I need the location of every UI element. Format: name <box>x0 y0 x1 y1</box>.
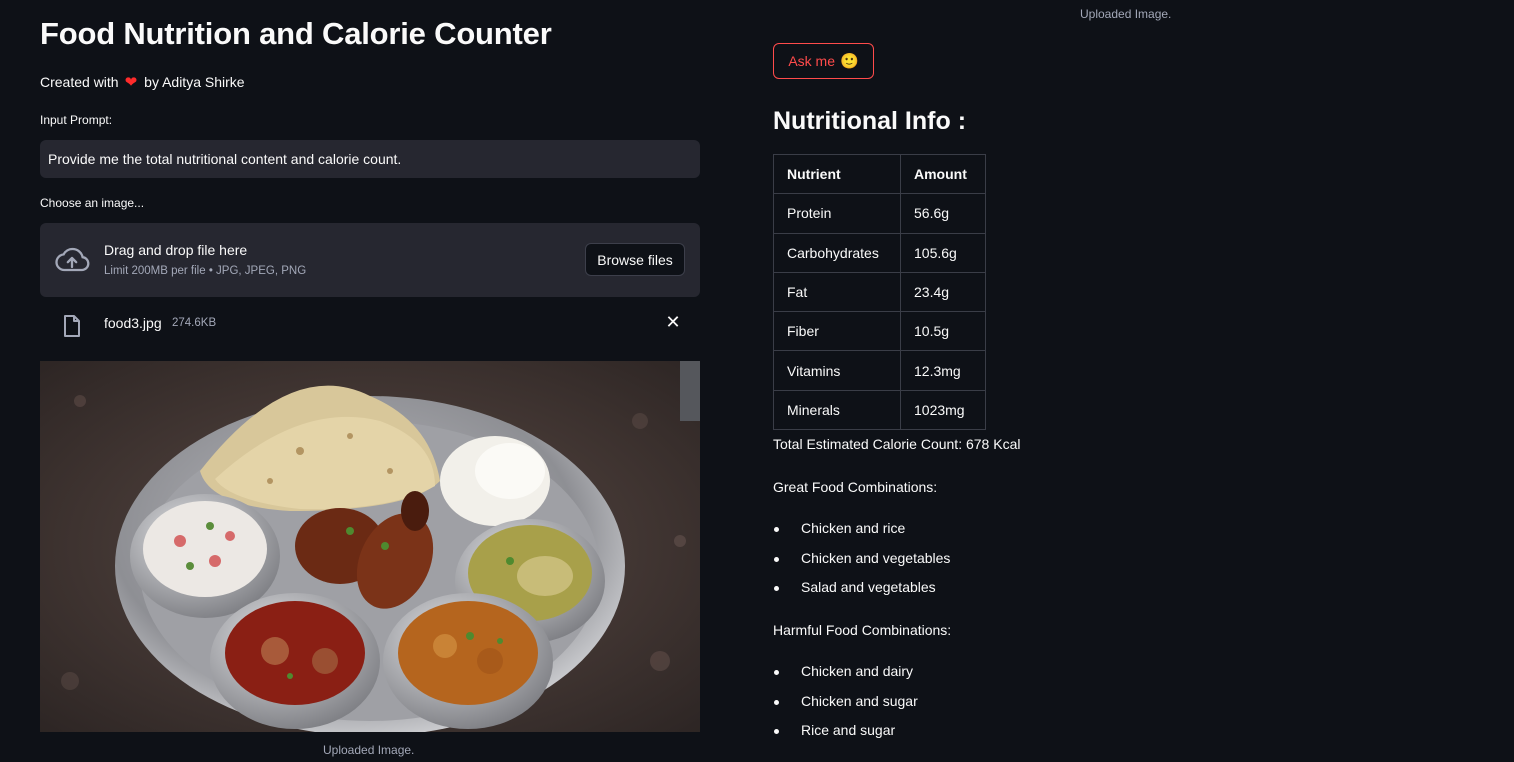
amount-cell: 56.6g <box>900 193 986 234</box>
file-dropzone[interactable]: Drag and drop file here Limit 200MB per … <box>40 223 700 297</box>
prompt-label: Input Prompt: <box>40 113 113 127</box>
file-icon <box>64 315 80 337</box>
file-size: 274.6KB <box>172 317 217 329</box>
file-name: food3.jpg <box>104 315 162 331</box>
heart-icon: ❤ <box>124 73 138 91</box>
great-combinations-list: Chicken and rice Chicken and vegetables … <box>773 514 950 603</box>
prompt-input[interactable]: Provide me the total nutritional content… <box>40 140 700 178</box>
table-row: Fiber 10.5g <box>773 311 986 352</box>
smile-icon: 🙂 <box>840 52 859 70</box>
list-item: Salad and vegetables <box>773 573 950 603</box>
dropzone-limit-text: Limit 200MB per file • JPG, JPEG, PNG <box>104 265 307 277</box>
harmful-combinations-list: Chicken and dairy Chicken and sugar Rice… <box>773 657 918 746</box>
close-icon[interactable]: ✕ <box>662 311 684 333</box>
dropzone-text: Drag and drop file here <box>104 242 248 258</box>
column-header-nutrient: Nutrient <box>773 153 901 195</box>
cloud-upload-icon <box>55 247 90 272</box>
nutrient-cell: Minerals <box>773 389 901 431</box>
uploaded-file-row: food3.jpg 274.6KB ✕ <box>40 305 700 345</box>
nutrition-table: Nutrient Amount Protein 56.6g Carbohydra… <box>773 153 986 431</box>
list-item: Chicken and vegetables <box>773 544 950 574</box>
credit-prefix: Created with <box>40 74 119 90</box>
table-row: Minerals 1023mg <box>773 389 986 431</box>
table-row: Carbohydrates 105.6g <box>773 232 986 273</box>
ask-me-label: Ask me <box>788 53 835 69</box>
nutrition-heading: Nutritional Info : <box>773 107 967 135</box>
nutrient-cell: Fiber <box>773 311 901 352</box>
credit-suffix: by Aditya Shirke <box>144 74 245 90</box>
top-right-image-caption: Uploaded Image. <box>1080 7 1172 21</box>
great-combinations-heading: Great Food Combinations: <box>773 479 938 495</box>
uploaded-food-image <box>40 361 700 732</box>
left-image-caption: Uploaded Image. <box>323 743 415 757</box>
amount-cell: 1023mg <box>900 389 986 431</box>
list-item: Chicken and sugar <box>773 687 918 717</box>
amount-cell: 23.4g <box>900 271 986 313</box>
total-calories: Total Estimated Calorie Count: 678 Kcal <box>773 436 1021 452</box>
harmful-combinations-heading: Harmful Food Combinations: <box>773 622 952 638</box>
amount-cell: 12.3mg <box>900 350 986 391</box>
uploader-label: Choose an image... <box>40 196 145 210</box>
nutrient-cell: Fat <box>773 271 901 313</box>
nutrient-cell: Vitamins <box>773 350 901 391</box>
table-row: Protein 56.6g <box>773 193 986 234</box>
list-item: Chicken and dairy <box>773 657 918 687</box>
table-header-row: Nutrient Amount <box>773 153 986 195</box>
list-item: Rice and sugar <box>773 716 918 746</box>
amount-cell: 10.5g <box>900 311 986 352</box>
table-row: Vitamins 12.3mg <box>773 350 986 391</box>
list-item: Chicken and rice <box>773 514 950 544</box>
table-row: Fat 23.4g <box>773 271 986 313</box>
column-header-amount: Amount <box>900 153 986 195</box>
browse-files-button[interactable]: Browse files <box>585 243 685 276</box>
credit-line: Created with ❤ by Aditya Shirke <box>40 74 245 90</box>
nutrient-cell: Carbohydrates <box>773 232 901 273</box>
ask-me-button[interactable]: Ask me 🙂 <box>773 43 874 79</box>
app-root: Food Nutrition and Calorie Counter Creat… <box>0 0 1514 762</box>
amount-cell: 105.6g <box>900 232 986 273</box>
page-title: Food Nutrition and Calorie Counter <box>40 16 552 51</box>
nutrient-cell: Protein <box>773 193 901 234</box>
